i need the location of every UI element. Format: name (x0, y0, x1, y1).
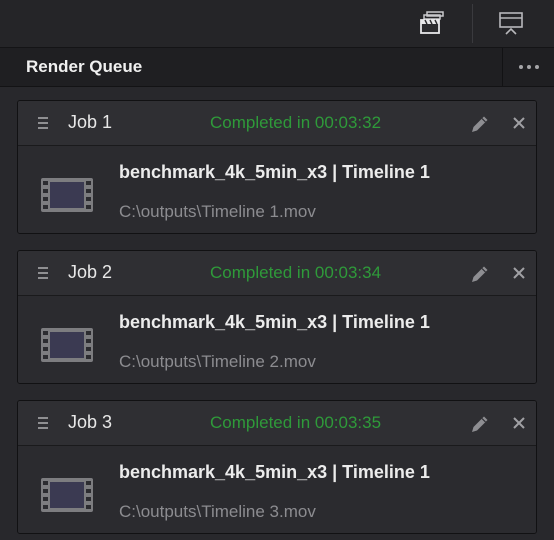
job-header: Job 3 Completed in 00:03:35 (18, 401, 536, 446)
job-status: Completed in 00:03:35 (210, 413, 382, 432)
film-strip-icon (41, 328, 93, 362)
render-queue-list: Job 1 Completed in 00:03:32 benchmark_4k… (0, 87, 554, 540)
close-icon[interactable] (510, 264, 528, 282)
top-toolbar (0, 0, 554, 48)
job-name: Job 2 (68, 262, 113, 282)
job-title: benchmark_4k_5min_x3 | Timeline 1 (119, 312, 430, 332)
close-icon[interactable] (510, 414, 528, 432)
job-name: Job 1 (68, 112, 113, 132)
more-options-icon[interactable] (510, 54, 548, 80)
job-card[interactable]: Job 1 Completed in 00:03:32 benchmark_4k… (17, 100, 537, 234)
job-output-path: C:\outputs\Timeline 3.mov (119, 502, 316, 521)
job-status: Completed in 00:03:32 (210, 113, 382, 132)
job-header: Job 1 Completed in 00:03:32 (18, 101, 536, 146)
edit-pencil-icon[interactable] (468, 112, 492, 136)
job-title: benchmark_4k_5min_x3 | Timeline 1 (119, 162, 430, 182)
job-body: benchmark_4k_5min_x3 | Timeline 1 C:\out… (18, 446, 536, 533)
job-body: benchmark_4k_5min_x3 | Timeline 1 C:\out… (18, 146, 536, 233)
film-strip-icon (41, 178, 93, 212)
job-status: Completed in 00:03:34 (210, 263, 382, 282)
panel-title: Render Queue (26, 57, 143, 76)
drag-handle-icon[interactable] (38, 417, 48, 429)
edit-pencil-icon[interactable] (468, 412, 492, 436)
monitor-output-icon[interactable] (496, 8, 526, 38)
header-divider (502, 48, 503, 86)
close-icon[interactable] (510, 114, 528, 132)
drag-handle-icon[interactable] (38, 267, 48, 279)
job-output-path: C:\outputs\Timeline 2.mov (119, 352, 316, 371)
edit-pencil-icon[interactable] (468, 262, 492, 286)
drag-handle-icon[interactable] (38, 117, 48, 129)
job-body: benchmark_4k_5min_x3 | Timeline 1 C:\out… (18, 296, 536, 383)
job-card[interactable]: Job 2 Completed in 00:03:34 benchmark_4k… (17, 250, 537, 384)
film-strip-icon (41, 478, 93, 512)
job-output-path: C:\outputs\Timeline 1.mov (119, 202, 316, 221)
job-name: Job 3 (68, 412, 113, 432)
job-title: benchmark_4k_5min_x3 | Timeline 1 (119, 462, 430, 482)
clapperboard-stack-icon[interactable] (418, 8, 448, 38)
job-header: Job 2 Completed in 00:03:34 (18, 251, 536, 296)
panel-header: Render Queue (0, 48, 554, 87)
toolbar-divider (472, 4, 473, 43)
job-card[interactable]: Job 3 Completed in 00:03:35 benchmark_4k… (17, 400, 537, 534)
